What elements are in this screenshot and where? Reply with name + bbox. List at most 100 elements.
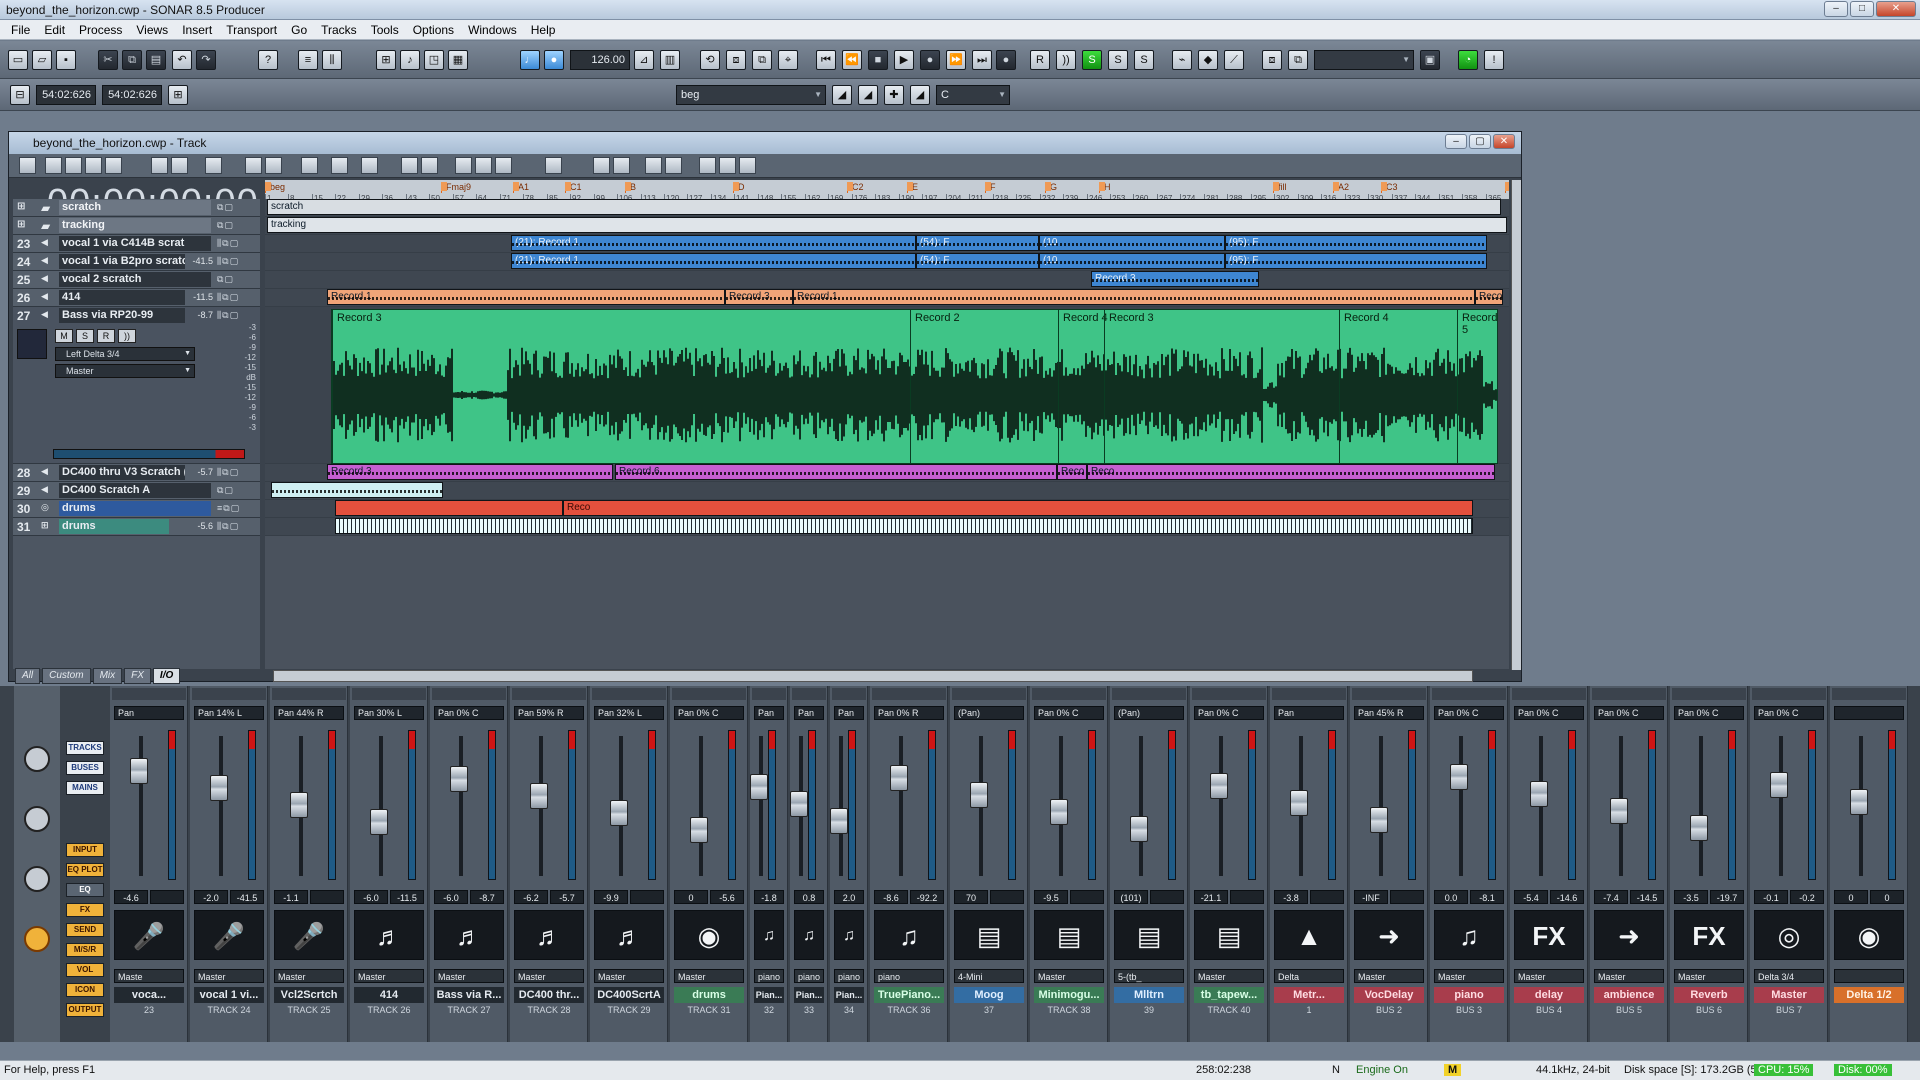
undo-icon[interactable]: ↶ — [172, 50, 192, 70]
audio-clip[interactable]: Record 1 — [327, 289, 725, 305]
piano-icon[interactable]: ♫ — [794, 910, 824, 960]
timeline-marker[interactable]: C1 — [565, 182, 582, 193]
output-select[interactable]: 5-(tb_ — [1114, 969, 1184, 983]
clip-segment[interactable]: Record 4 — [1339, 310, 1389, 463]
strip-msr-row[interactable] — [1832, 688, 1906, 700]
timeline-marker[interactable]: C3 — [1381, 182, 1398, 193]
volume-fader[interactable] — [970, 782, 988, 808]
strip-msr-row[interactable] — [352, 688, 426, 700]
folder-buttons[interactable]: ⧉▢ — [217, 220, 234, 231]
clips-view-icon[interactable] — [265, 157, 282, 174]
pan-control[interactable]: Pan — [754, 706, 784, 720]
tab-custom[interactable]: Custom — [42, 668, 91, 684]
strip-name[interactable]: Reverb — [1674, 987, 1744, 1003]
strip-name[interactable]: piano — [1434, 987, 1504, 1003]
counter-icon[interactable]: ⊟ — [10, 85, 30, 105]
rewind-icon[interactable]: ⏪ — [842, 50, 862, 70]
track-row-30[interactable]: 30 ◎ drums ≡⧉▢ — [13, 500, 260, 518]
piano-icon[interactable]: ♫ — [754, 910, 784, 960]
marker-next-icon[interactable]: ◢ — [858, 85, 878, 105]
strip-name[interactable]: Delta 1/2 — [1834, 987, 1904, 1003]
FX-icon[interactable]: FX — [1514, 910, 1584, 960]
vol-button[interactable]: VOL — [66, 963, 104, 977]
output-button[interactable]: OUTPUT — [66, 1003, 104, 1017]
strip-msr-row[interactable] — [1352, 688, 1426, 700]
mic-icon[interactable]: 🎤 — [194, 910, 264, 960]
track-buttons[interactable]: ⫼⧉▢ — [217, 292, 239, 303]
track-menu-icon[interactable] — [19, 157, 36, 174]
volume-fader[interactable] — [1370, 807, 1388, 833]
strip-msr-row[interactable] — [792, 688, 826, 700]
volume-fader[interactable] — [610, 800, 628, 826]
mute-tool-icon[interactable] — [85, 157, 102, 174]
speaker-icon[interactable]: ◉ — [1834, 910, 1904, 960]
strip-msr-row[interactable] — [512, 688, 586, 700]
volume-fader[interactable] — [890, 765, 908, 791]
record-arm-button[interactable]: R — [97, 329, 115, 343]
volume-fader[interactable] — [1530, 781, 1548, 807]
synth-icon[interactable]: ▤ — [1114, 910, 1184, 960]
synth-icon[interactable]: ▤ — [1034, 910, 1104, 960]
marker-icon[interactable]: ⌖ — [778, 50, 798, 70]
envelope-icon[interactable]: ◆ — [1198, 50, 1218, 70]
volume-fader[interactable] — [1690, 815, 1708, 841]
view-pianoroll-icon[interactable]: ⊞ — [376, 50, 396, 70]
pan-control[interactable]: Pan 0% C — [674, 706, 744, 720]
view-track-icon[interactable]: ≡ — [298, 50, 318, 70]
output-select[interactable]: Master — [1194, 969, 1264, 983]
pan-control[interactable]: Pan 30% L — [354, 706, 424, 720]
strip-msr-row[interactable] — [1112, 688, 1186, 700]
track-buttons[interactable]: ⫼⧉▢ — [217, 256, 239, 267]
pan-control[interactable]: Pan 59% R — [514, 706, 584, 720]
output-select[interactable]: Maste — [114, 969, 184, 983]
output-select[interactable]: Master — [1594, 969, 1664, 983]
menu-file[interactable]: File — [4, 23, 37, 37]
record-icon[interactable]: ● — [920, 50, 940, 70]
smart-tool-icon[interactable] — [45, 157, 62, 174]
track-row-27[interactable]: 27 ◀ Bass via RP20-99 -8.7 ⫼⧉▢ M S R )) … — [13, 307, 260, 464]
power-icon[interactable] — [24, 806, 50, 832]
warning-icon[interactable]: ! — [1484, 50, 1504, 70]
timeline-marker[interactable]: C2 — [847, 182, 864, 193]
pan-control[interactable]: Pan 44% R — [274, 706, 344, 720]
open-file-icon[interactable]: ▱ — [32, 50, 52, 70]
volume-fader[interactable] — [290, 792, 308, 818]
power-icon[interactable] — [24, 926, 50, 952]
folder-icon[interactable] — [455, 157, 472, 174]
output-select[interactable]: Master — [1434, 969, 1504, 983]
volume-fader[interactable] — [1610, 798, 1628, 824]
key-select[interactable]: C ▼ — [936, 85, 1010, 105]
strip-name[interactable]: Pian... — [834, 987, 864, 1003]
pan-control[interactable]: Pan — [794, 706, 824, 720]
synth-icon[interactable]: ▤ — [954, 910, 1024, 960]
piano-icon[interactable]: ♫ — [874, 910, 944, 960]
track-window-minimize-button[interactable]: – — [1445, 134, 1467, 149]
loop-icon[interactable]: ⟲ — [700, 50, 720, 70]
strip-name[interactable]: ambience — [1594, 987, 1664, 1003]
output-select[interactable] — [1834, 969, 1904, 983]
pan-control[interactable]: Pan — [114, 706, 184, 720]
pan-control[interactable]: Pan 0% C — [434, 706, 504, 720]
track-row-23[interactable]: 23 ◀ vocal 1 via C414B scrat ⫼⧉▢ — [13, 235, 260, 253]
track-window-close-button[interactable]: ✕ — [1493, 134, 1515, 149]
folder-clip[interactable]: tracking — [267, 217, 1507, 233]
track-buttons[interactable]: ⧉▢ — [217, 485, 234, 496]
strip-name[interactable]: Bass via R... — [434, 987, 504, 1003]
strip-name[interactable]: vocal 1 vi... — [194, 987, 264, 1003]
timeline-marker[interactable]: Fmaj9 — [441, 182, 471, 193]
r-toggle-icon[interactable]: R — [1030, 50, 1050, 70]
tab-fx[interactable]: FX — [124, 668, 151, 684]
audio-clip[interactable]: (10 — [1039, 253, 1225, 269]
marker-list-icon[interactable]: ◢ — [910, 85, 930, 105]
mic-icon[interactable]: 🎤 — [274, 910, 344, 960]
pan-control[interactable]: (Pan) — [954, 706, 1024, 720]
audio-clip[interactable]: Reco — [1057, 464, 1087, 480]
guitar-icon[interactable]: ♬ — [354, 910, 424, 960]
volume-fader[interactable] — [1770, 772, 1788, 798]
folder-clip[interactable]: scratch — [267, 199, 1501, 215]
clip-segment[interactable]: Record 4 — [1058, 310, 1108, 463]
FX-icon[interactable]: FX — [1674, 910, 1744, 960]
midi-clip[interactable] — [335, 500, 563, 516]
volume-fader[interactable] — [690, 817, 708, 843]
minimize-button[interactable]: – — [1824, 1, 1848, 17]
